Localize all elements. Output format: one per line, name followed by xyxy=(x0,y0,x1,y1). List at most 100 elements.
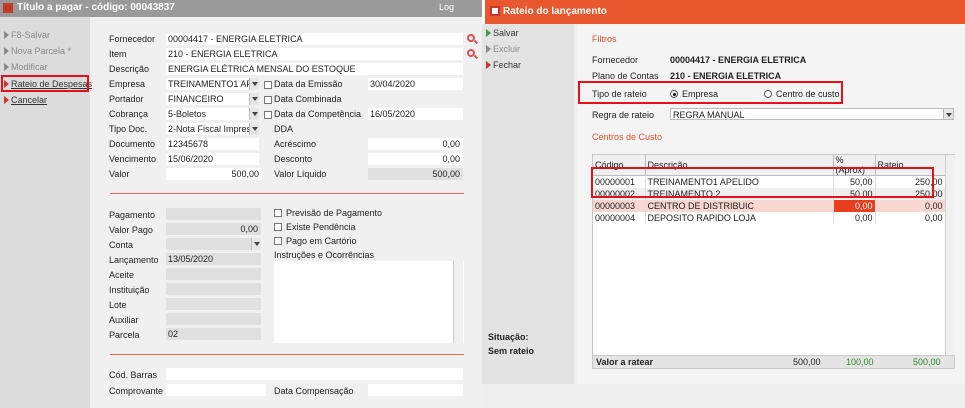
arrow-icon xyxy=(4,80,9,88)
radio-centro-de-custo-label[interactable]: Centro de custo xyxy=(776,89,840,99)
cell-pct[interactable]: 50,00 xyxy=(833,175,876,188)
tipo-doc-select[interactable]: 2-Nota Fiscal Impres xyxy=(166,123,259,135)
search-icon[interactable] xyxy=(467,34,475,42)
sidebar-item-fechar[interactable]: Fechar xyxy=(486,60,521,72)
sidebar-item-excluir[interactable]: Excluir xyxy=(486,44,520,56)
pendencia-checkbox[interactable] xyxy=(274,223,282,231)
pendencia-label: Existe Pendência xyxy=(286,222,356,232)
data-competencia-label: Data da Competência xyxy=(274,109,362,119)
fornecedor-field[interactable]: 00004417 - ENERGIA ELETRICA xyxy=(166,33,463,45)
filtros-section-title: Filtros xyxy=(592,34,617,44)
col-descricao[interactable]: Descrição xyxy=(645,155,834,176)
cell-codigo: 00000002 xyxy=(593,187,646,200)
cell-rateio[interactable]: 250,00 xyxy=(875,187,946,200)
descricao-field[interactable]: ENERGIA ELÉTRICA MENSAL DO ESTOQUE xyxy=(166,63,463,75)
search-icon[interactable] xyxy=(467,49,475,57)
centros-section-title: Centros de Custo xyxy=(592,132,663,142)
centros-table-container: Código Descrição % (Aprox) Rateio 000000… xyxy=(592,154,955,360)
cell-pct[interactable]: 50,00 xyxy=(833,187,876,200)
vencimento-label: Vencimento xyxy=(109,154,157,164)
right-window-title: Rateio do lançamento xyxy=(503,6,607,17)
arrow-icon xyxy=(4,63,9,71)
cell-rateio[interactable]: 0,00 xyxy=(875,211,946,224)
fornecedor-label: Fornecedor xyxy=(109,34,156,44)
sidebar-item-rateio-de-despesas[interactable]: Rateio de Despesas xyxy=(4,79,92,91)
chevron-down-icon[interactable] xyxy=(249,78,259,90)
cell-rateio[interactable]: 0,00 xyxy=(875,199,946,212)
sidebar-item-nova-parcela[interactable]: Nova Parcela * xyxy=(4,46,71,58)
portador-select[interactable]: FINANCEIRO xyxy=(166,93,259,105)
radio-empresa-label[interactable]: Empresa xyxy=(682,89,718,99)
item-label: Item xyxy=(109,49,127,59)
valor-a-ratear-label: Valor a ratear xyxy=(596,357,654,367)
instrucoes-textarea[interactable] xyxy=(274,261,464,343)
chevron-down-icon[interactable] xyxy=(249,123,259,135)
sidebar-item-salvar[interactable]: Salvar xyxy=(486,28,519,40)
instrucoes-label: Instruções e Ocorrências xyxy=(274,250,375,260)
radio-centro-de-custo[interactable] xyxy=(764,90,772,98)
col-pct[interactable]: % (Aprox) xyxy=(833,155,876,176)
lote-field xyxy=(166,298,261,310)
portador-label: Portador xyxy=(109,94,144,104)
cartorio-checkbox[interactable] xyxy=(274,237,282,245)
arrow-icon xyxy=(4,31,9,39)
radio-empresa[interactable] xyxy=(670,90,678,98)
desconto-field[interactable]: 0,00 xyxy=(368,153,463,165)
cell-pct[interactable]: 0,00 xyxy=(833,211,876,224)
documento-label: Documento xyxy=(109,139,156,149)
sidebar-item-salvar[interactable]: F8-Salvar xyxy=(4,30,50,42)
empresa-select[interactable]: TREINAMENTO1 APE xyxy=(166,78,259,90)
fornecedor-value: 00004417 - ENERGIA ELETRICA xyxy=(670,55,807,65)
vencimento-field[interactable]: 15/06/2020 xyxy=(166,153,259,165)
valor-field[interactable]: 500,00 xyxy=(166,168,262,180)
data-competencia-field[interactable]: 16/05/2020 xyxy=(368,108,463,120)
cell-pct-editing[interactable]: 0,00 xyxy=(833,199,876,212)
documento-field[interactable]: 12345678 xyxy=(166,138,259,150)
previsao-checkbox[interactable] xyxy=(274,209,282,217)
desconto-label: Desconto xyxy=(274,154,313,164)
instituicao-label: Instituição xyxy=(109,285,150,295)
acrescimo-field[interactable]: 0,00 xyxy=(368,138,463,150)
valor-liquido-label: Valor Líquido xyxy=(274,169,327,179)
data-emissao-field[interactable]: 30/04/2020 xyxy=(368,78,463,90)
cod-barras-field[interactable] xyxy=(166,368,463,380)
data-combinada-checkbox[interactable] xyxy=(264,96,272,104)
chevron-down-icon[interactable] xyxy=(249,108,259,120)
col-rateio[interactable]: Rateio xyxy=(875,155,946,176)
chevron-down-icon[interactable] xyxy=(251,238,261,250)
table-row[interactable]: 00000002 TREINAMENTO 2 50,00 250,00 xyxy=(593,187,946,200)
table-row[interactable]: 00000001 TREINAMENTO1 APELIDO 50,00 250,… xyxy=(593,175,946,188)
chevron-down-icon[interactable] xyxy=(249,93,259,105)
left-window-title: Título a pagar - código: 00043837 xyxy=(17,2,175,13)
parcela-label: Parcela xyxy=(109,330,140,340)
col-codigo[interactable]: Código xyxy=(593,155,646,176)
chevron-down-icon[interactable] xyxy=(943,109,953,119)
valor-pago-field: 0,00 xyxy=(166,223,261,235)
sidebar-item-modificar[interactable]: Modificar xyxy=(4,62,48,74)
instrucoes-scrollbar[interactable] xyxy=(453,261,463,343)
aceite-field xyxy=(166,268,261,280)
sidebar-item-cancelar[interactable]: Cancelar xyxy=(4,95,47,107)
data-compensacao-field[interactable] xyxy=(368,384,463,396)
regra-rateio-select[interactable]: REGRA MANUAL xyxy=(670,108,954,120)
data-combinada-label: Data Combinada xyxy=(274,94,342,104)
data-competencia-checkbox[interactable] xyxy=(264,111,272,119)
cell-rateio[interactable]: 250,00 xyxy=(875,175,946,188)
divider xyxy=(110,193,464,194)
log-link[interactable]: Log xyxy=(439,2,454,12)
table-scrollbar[interactable] xyxy=(945,155,955,359)
cobranca-select[interactable]: 5-Boletos xyxy=(166,108,259,120)
comprovante-field[interactable] xyxy=(166,384,266,396)
cod-barras-label: Cód. Barras xyxy=(109,370,158,380)
table-row[interactable]: 00000004 DEPOSITO RAPIDO LOJA 0,00 0,00 xyxy=(593,211,946,224)
table-row[interactable]: 00000003 CENTRO DE DISTRIBUIC 0,00 0,00 xyxy=(593,199,946,212)
situacao-value: Sem rateio xyxy=(488,346,535,356)
arrow-icon xyxy=(486,45,491,53)
lancamento-field: 13/05/2020 xyxy=(166,253,261,265)
item-field[interactable]: 210 - ENERGIA ELETRICA xyxy=(166,48,463,60)
regra-rateio-label: Regra de rateio xyxy=(592,110,655,120)
instituicao-field xyxy=(166,283,261,295)
data-emissao-checkbox[interactable] xyxy=(264,81,272,89)
conta-select[interactable] xyxy=(166,238,261,250)
lancamento-label: Lançamento xyxy=(109,255,159,265)
